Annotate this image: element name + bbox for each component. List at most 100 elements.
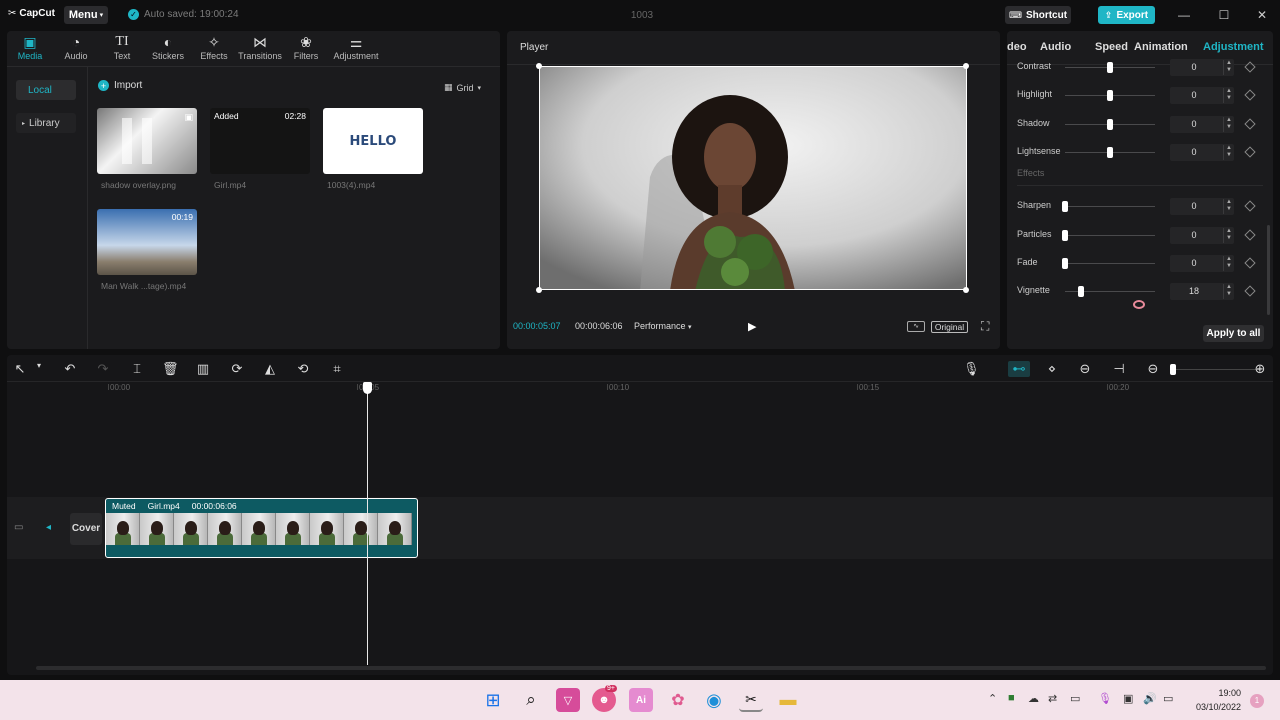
sharpen-value-input[interactable]: 0 ▲ ▼ (1170, 198, 1234, 215)
slider-knob[interactable] (1107, 62, 1113, 73)
edge-browser-icon[interactable]: ◉ (702, 688, 726, 712)
tab-adjustment[interactable]: Adjustment (1203, 41, 1264, 53)
menu-button[interactable]: Menu ▾ (64, 6, 108, 24)
particles-value-input[interactable]: 0 ▲ ▼ (1170, 227, 1234, 244)
snap-icon[interactable]: ⋄ (1044, 361, 1060, 377)
magnet-link-icon[interactable]: ⊷ (1008, 361, 1030, 377)
sharpen-slider[interactable] (1065, 206, 1155, 207)
stepper-icon[interactable]: ▲ ▼ (1223, 60, 1234, 75)
tab-stickers[interactable]: ◐ Stickers (145, 31, 191, 66)
mirror-icon[interactable]: ◭ (262, 361, 278, 377)
slider-knob[interactable] (1062, 201, 1068, 212)
export-button[interactable]: ⇪ Export (1098, 6, 1155, 24)
app-tray-icon[interactable]: ▭ (1070, 692, 1080, 705)
tab-speed[interactable]: Speed (1095, 41, 1128, 53)
stepper-icon[interactable]: ▲ ▼ (1223, 117, 1234, 132)
tab-filters[interactable]: ❀ Filters (283, 31, 329, 66)
stepper-icon[interactable]: ▲ ▼ (1223, 199, 1234, 214)
waveform-icon[interactable]: ∿ (907, 321, 925, 332)
split-icon[interactable]: ⌶ (129, 361, 145, 377)
ratio-original-button[interactable]: Original (931, 321, 968, 333)
sidebar-item-library[interactable]: ▸ Library (16, 113, 76, 133)
keyframe-icon[interactable] (1244, 257, 1256, 269)
app-icon[interactable]: ✿ (666, 688, 690, 712)
tab-adjustment[interactable]: ⚌ Adjustment (329, 31, 383, 66)
slider-knob[interactable] (1062, 230, 1068, 241)
display-icon[interactable]: ▣ (1123, 692, 1133, 705)
minimize-button[interactable]: — (1174, 8, 1194, 22)
volume-icon[interactable]: 🔊 (1143, 692, 1157, 705)
tab-media[interactable]: ▣ Media (7, 31, 53, 66)
tab-audio[interactable]: ◔ Audio (53, 31, 99, 66)
preview-axis-icon[interactable]: ⊣ (1111, 361, 1127, 377)
zoom-out-icon[interactable]: ⊖ (1145, 361, 1161, 377)
properties-scrollbar[interactable] (1267, 225, 1270, 315)
illustrator-icon[interactable]: Ai (629, 688, 653, 712)
stepper-icon[interactable]: ▲ ▼ (1223, 256, 1234, 271)
fade-value-input[interactable]: 0 ▲ ▼ (1170, 255, 1234, 272)
fullscreen-icon[interactable]: ⛶ (981, 319, 989, 334)
tab-audio[interactable]: Audio (1040, 41, 1071, 53)
vignette-value-input[interactable]: 18 ▲ ▼ (1170, 283, 1234, 300)
shadow-value-input[interactable]: 0 ▲ ▼ (1170, 116, 1234, 133)
zoom-in-icon[interactable]: ⊕ (1252, 361, 1268, 377)
crop-icon[interactable]: ⌗ (329, 361, 345, 377)
tab-effects[interactable]: ✧ Effects (191, 31, 237, 66)
resize-handle[interactable] (963, 287, 969, 293)
keyframe-icon[interactable] (1244, 61, 1256, 73)
media-item-girl[interactable]: Added 02:28 (210, 108, 310, 174)
apply-to-all-button[interactable]: Apply to all (1203, 325, 1264, 342)
performance-dropdown[interactable]: Performance ▾ (634, 321, 692, 331)
reverse-icon[interactable]: ⟳ (229, 361, 245, 377)
stepper-icon[interactable]: ▲ ▼ (1223, 145, 1234, 160)
keyframe-icon[interactable] (1244, 146, 1256, 158)
microphone-icon[interactable]: 🎙 (963, 361, 980, 377)
fade-slider[interactable] (1065, 263, 1155, 264)
keyframe-icon[interactable] (1244, 285, 1256, 297)
link-icon[interactable]: ⊖ (1077, 361, 1093, 377)
contrast-value-input[interactable]: 0 ▲ ▼ (1170, 59, 1234, 76)
freeze-icon[interactable]: ▥ (195, 361, 211, 377)
windows-start-icon[interactable]: ⊞ (481, 688, 505, 712)
maximize-button[interactable]: ☐ (1214, 8, 1234, 22)
track-audio-icon[interactable]: ◂ (46, 522, 51, 533)
keyframe-icon[interactable] (1244, 229, 1256, 241)
shortcut-button[interactable]: ⌨ Shortcut (1005, 6, 1071, 24)
timeline-scrollbar[interactable] (36, 666, 1266, 670)
tab-animation[interactable]: Animation (1134, 41, 1188, 53)
playhead-line[interactable] (367, 382, 368, 665)
redo-icon[interactable]: ↷ (95, 361, 111, 377)
particles-slider[interactable] (1065, 235, 1155, 236)
resize-handle[interactable] (536, 287, 542, 293)
nvidia-icon[interactable]: ■ (1008, 692, 1015, 704)
media-item-man-walk[interactable]: 00:19 (97, 209, 197, 275)
stepper-icon[interactable]: ▲ ▼ (1223, 88, 1234, 103)
timeline-clip[interactable]: Muted Girl.mp4 00:00:06:06 (105, 498, 418, 558)
stepper-icon[interactable]: ▲ ▼ (1223, 228, 1234, 243)
play-icon[interactable]: ▶ (748, 320, 756, 333)
keyframe-icon[interactable] (1244, 200, 1256, 212)
system-clock[interactable]: 19:00 03/10/2022 (1187, 686, 1241, 714)
chevron-up-icon[interactable]: ⌃ (988, 692, 997, 705)
stepper-icon[interactable]: ▲ ▼ (1223, 284, 1234, 299)
undo-icon[interactable]: ↶ (62, 361, 78, 377)
select-cursor-icon[interactable]: ↖ (12, 361, 28, 377)
view-toggle[interactable]: ▦ Grid ▾ (444, 82, 481, 93)
playhead-handle[interactable] (363, 382, 372, 394)
capcut-taskbar-icon[interactable]: ✂ (739, 688, 763, 712)
tab-video[interactable]: deo (1007, 41, 1027, 53)
zoom-slider[interactable] (1170, 369, 1260, 370)
app-icon[interactable]: ▽ (556, 688, 580, 712)
lightsense-value-input[interactable]: 0 ▲ ▼ (1170, 144, 1234, 161)
highlight-value-input[interactable]: 0 ▲ ▼ (1170, 87, 1234, 104)
slider-knob[interactable] (1078, 286, 1084, 297)
delete-icon[interactable]: 🗑 (162, 361, 179, 377)
network-icon[interactable]: ⇄ (1048, 692, 1057, 705)
keyframe-icon[interactable] (1244, 118, 1256, 130)
microphone-tray-icon[interactable]: 🎙 (1098, 692, 1112, 705)
notification-badge[interactable]: 1 (1250, 694, 1264, 708)
media-item-shadow-overlay[interactable]: ▣ (97, 108, 197, 174)
chevron-down-icon[interactable]: ▾ (31, 361, 47, 370)
file-explorer-icon[interactable]: ▬ (776, 688, 800, 712)
slider-knob[interactable] (1062, 258, 1068, 269)
